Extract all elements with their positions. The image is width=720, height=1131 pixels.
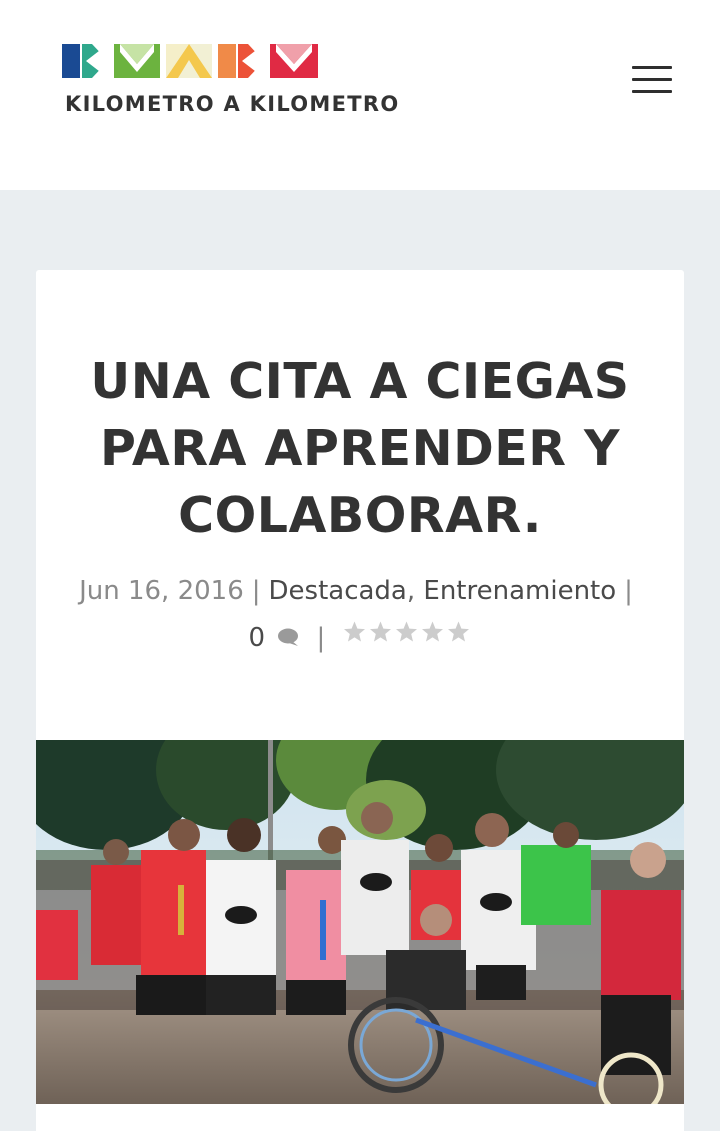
comment-count: 0 — [248, 623, 265, 653]
logo-letter-a — [166, 44, 212, 78]
post-title-line: COLABORAR. — [178, 487, 542, 544]
featured-photo — [36, 740, 684, 1104]
star-rating[interactable] — [342, 615, 472, 657]
post-title-line: PARA APRENDER Y — [99, 420, 620, 477]
comments-link[interactable]: 0 — [248, 623, 308, 653]
hamburger-icon-bar — [632, 90, 672, 93]
featured-image[interactable] — [36, 740, 684, 1104]
comment-bubble-icon — [278, 628, 299, 646]
star-icon — [369, 621, 391, 641]
logo-letter-m2 — [270, 44, 318, 78]
post-title: UNA CITA A CIEGAS PARA APRENDER Y COLABO… — [76, 348, 644, 549]
post-meta-line-2: 0 | — [36, 617, 684, 664]
post-date: Jun 16, 2016 — [79, 576, 244, 606]
star-icon — [395, 621, 417, 641]
meta-separator: | — [624, 576, 633, 606]
meta-separator: | — [316, 623, 326, 653]
site-header: KILOMETRO A KILOMETRO — [0, 0, 720, 190]
hamburger-icon-bar — [632, 66, 672, 69]
hamburger-icon-bar — [632, 78, 672, 81]
post-meta-line-1: Jun 16, 2016 | Destacada, Entrenamiento | — [36, 570, 684, 617]
post-card: UNA CITA A CIEGAS PARA APRENDER Y COLABO… — [36, 270, 684, 1131]
star-icon — [421, 621, 443, 641]
category-separator: , — [406, 576, 416, 606]
logo-mark — [62, 44, 318, 78]
star-icon — [447, 621, 469, 641]
site-logo[interactable]: KILOMETRO A KILOMETRO — [62, 42, 472, 122]
logo-text: KILOMETRO A KILOMETRO — [65, 92, 400, 116]
meta-separator: | — [251, 576, 261, 606]
star-icon — [343, 621, 365, 641]
post-title-line: UNA CITA A CIEGAS — [90, 353, 630, 410]
logo-letter-k2 — [218, 44, 264, 78]
hamburger-menu-button[interactable] — [630, 64, 674, 96]
logo-letter-k1 — [62, 44, 108, 78]
category-link-destacada[interactable]: Destacada — [269, 576, 407, 606]
post-meta: Jun 16, 2016 | Destacada, Entrenamiento | 0… — [36, 570, 684, 664]
logo-letter-m1 — [114, 44, 160, 78]
category-link-entrenamiento[interactable]: Entrenamiento — [423, 576, 616, 606]
